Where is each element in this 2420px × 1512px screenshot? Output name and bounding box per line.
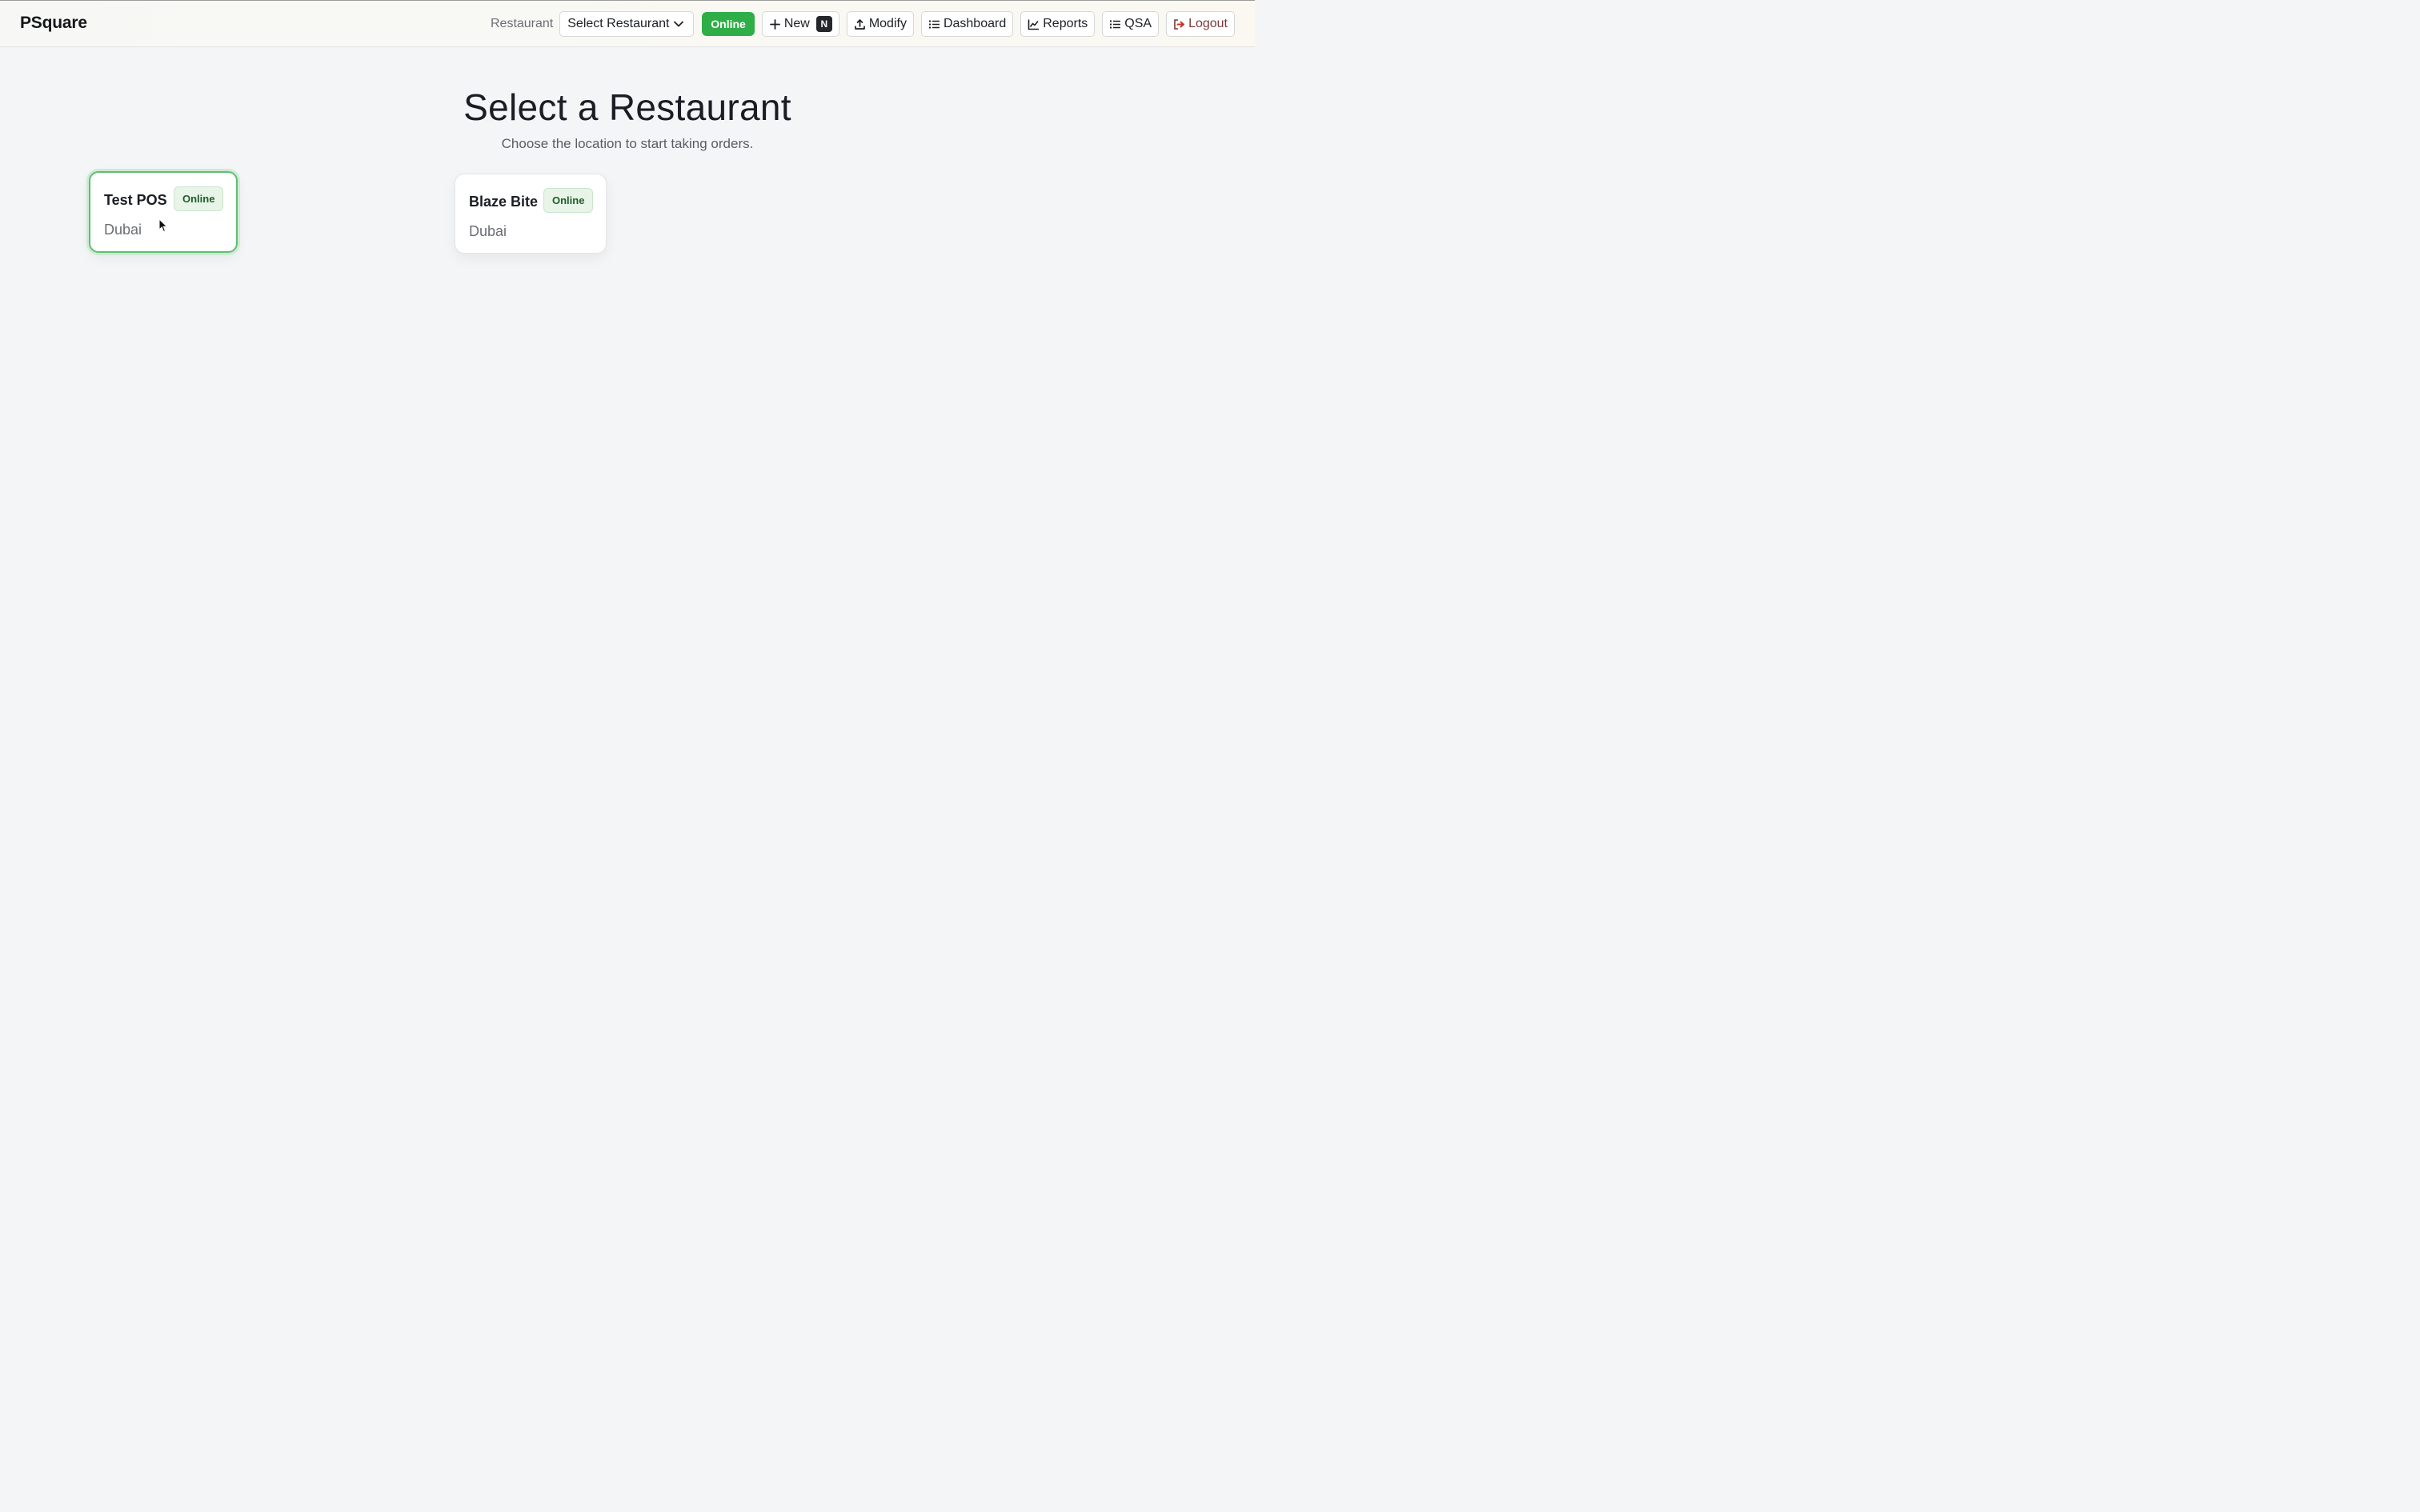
new-button-label: New	[783, 17, 810, 30]
restaurant-card-test-pos[interactable]: Test POS Online Dubai	[89, 171, 238, 253]
list-icon	[1110, 20, 1121, 28]
reports-button[interactable]: Reports	[1020, 11, 1096, 37]
modify-button-label: Modify	[868, 17, 907, 30]
logout-button[interactable]: Logout	[1166, 11, 1235, 37]
header-actions: Restaurant Select Restaurant Online New …	[491, 11, 1235, 37]
restaurant-label: Restaurant	[490, 17, 554, 30]
restaurant-select-value: Select Restaurant	[567, 17, 670, 30]
dashboard-button-label: Dashboard	[943, 17, 1007, 30]
restaurant-name: Blaze Bite	[469, 194, 539, 210]
restaurant-card-blaze-bite[interactable]: Blaze Bite Online Dubai	[455, 174, 607, 254]
logout-button-label: Logout	[1188, 17, 1228, 30]
list-icon	[928, 20, 940, 28]
status-badge: Online	[174, 186, 224, 211]
chevron-down-icon	[674, 21, 684, 27]
top-navigation-bar: PSquare Restaurant Select Restaurant Onl…	[0, 0, 1255, 47]
brand-logo[interactable]: PSquare	[20, 14, 87, 33]
page-subtitle: Choose the location to start taking orde…	[501, 136, 754, 151]
qsa-button-label: QSA	[1124, 17, 1152, 30]
mouse-cursor-icon	[158, 218, 168, 233]
logout-icon	[1174, 18, 1185, 30]
qsa-button[interactable]: QSA	[1102, 11, 1160, 37]
reports-button-label: Reports	[1043, 17, 1088, 30]
restaurant-name: Test POS	[104, 192, 167, 208]
dashboard-button[interactable]: Dashboard	[920, 11, 1014, 37]
online-status-badge[interactable]: Online	[702, 12, 755, 36]
modify-button[interactable]: Modify	[846, 11, 914, 37]
plus-icon	[769, 18, 780, 30]
page-title: Select a Restaurant	[463, 86, 791, 128]
new-order-button[interactable]: New N	[761, 11, 839, 37]
restaurant-city: Dubai	[104, 222, 142, 238]
line-chart-icon	[1028, 19, 1040, 30]
upload-icon	[854, 18, 865, 30]
shortcut-key-badge: N	[815, 16, 832, 32]
restaurant-select[interactable]: Select Restaurant	[559, 11, 695, 37]
restaurant-city: Dubai	[469, 223, 507, 239]
status-badge: Online	[543, 188, 594, 213]
